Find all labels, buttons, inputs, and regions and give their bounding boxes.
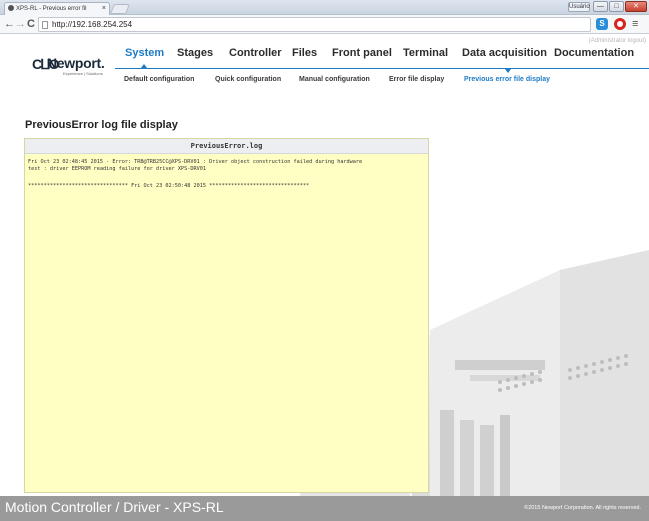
nav-terminal[interactable]: Terminal — [403, 47, 448, 59]
subnav-quick-configuration[interactable]: Quick configuration — [215, 76, 281, 83]
browser-titlebar: XPS-RL - Previous error fil × Usuário — … — [0, 0, 649, 15]
nav-system[interactable]: System — [125, 47, 164, 59]
maximize-button[interactable]: □ — [609, 1, 624, 12]
footer: Motion Controller / Driver - XPS-RL ©201… — [0, 496, 649, 521]
nav-data-acquisition[interactable]: Data acquisition — [462, 47, 547, 59]
opera-icon[interactable] — [614, 18, 626, 30]
active-subnav-caret-icon — [505, 69, 511, 73]
log-line: ******************************** Fri Oct… — [28, 183, 310, 189]
url-text: http://192.168.254.254 — [52, 20, 133, 29]
admin-logout-link[interactable]: (Administrator logout) — [589, 38, 646, 44]
browser-tab[interactable]: XPS-RL - Previous error fil × — [4, 2, 110, 15]
back-arrow-icon[interactable]: ← — [4, 18, 15, 30]
log-line: Fri Oct 23 02:48:45 2015 - Error: TRB@TR… — [28, 159, 363, 165]
subnav-default-configuration[interactable]: Default configuration — [124, 76, 194, 83]
nav-divider — [115, 68, 649, 69]
nav-stages[interactable]: Stages — [177, 47, 213, 59]
footer-title: Motion Controller / Driver - XPS-RL — [5, 499, 224, 515]
nav-documentation[interactable]: Documentation — [554, 47, 634, 59]
log-panel[interactable]: PreviousError.log Fri Oct 23 02:48:45 20… — [24, 138, 429, 493]
window-close-button[interactable]: ✕ — [625, 1, 647, 12]
page-title: PreviousError log file display — [25, 119, 178, 131]
browser-user-button[interactable]: Usuário — [568, 2, 590, 12]
subnav-error-file-display[interactable]: Error file display — [389, 76, 444, 83]
tab-close-icon[interactable]: × — [102, 3, 106, 15]
forward-arrow-icon[interactable]: → — [15, 18, 26, 30]
nav-controller[interactable]: Controller — [229, 47, 282, 59]
address-bar[interactable]: http://192.168.254.254 — [38, 17, 591, 32]
browser-toolbar: ← → C http://192.168.254.254 S ≡ — [0, 15, 649, 34]
nav-files[interactable]: Files — [292, 47, 317, 59]
tab-favicon-icon — [8, 5, 14, 11]
nav-front-panel[interactable]: Front panel — [332, 47, 392, 59]
newport-logo[interactable]: CⵡO Newport. Experience | Solutions — [32, 54, 112, 80]
log-file-name: PreviousError.log — [25, 139, 428, 154]
subnav-manual-configuration[interactable]: Manual configuration — [299, 76, 370, 83]
extension-s-icon[interactable]: S — [596, 18, 608, 30]
footer-copyright: ©2015 Newport Corporation. All rights re… — [524, 505, 641, 511]
logo-text: Newport. — [47, 55, 105, 71]
log-line: test : driver EEPROM reading failure for… — [28, 166, 207, 172]
browser-menu-icon[interactable]: ≡ — [632, 18, 638, 30]
minimize-button[interactable]: — — [593, 1, 608, 12]
subnav-previous-error-file-display[interactable]: Previous error file display — [464, 76, 550, 83]
tab-title: XPS-RL - Previous error fil — [16, 6, 87, 12]
new-tab-button[interactable] — [110, 4, 130, 14]
page-icon — [42, 21, 48, 29]
reload-icon[interactable]: C — [27, 18, 35, 30]
logo-tagline: Experience | Solutions — [63, 71, 103, 76]
